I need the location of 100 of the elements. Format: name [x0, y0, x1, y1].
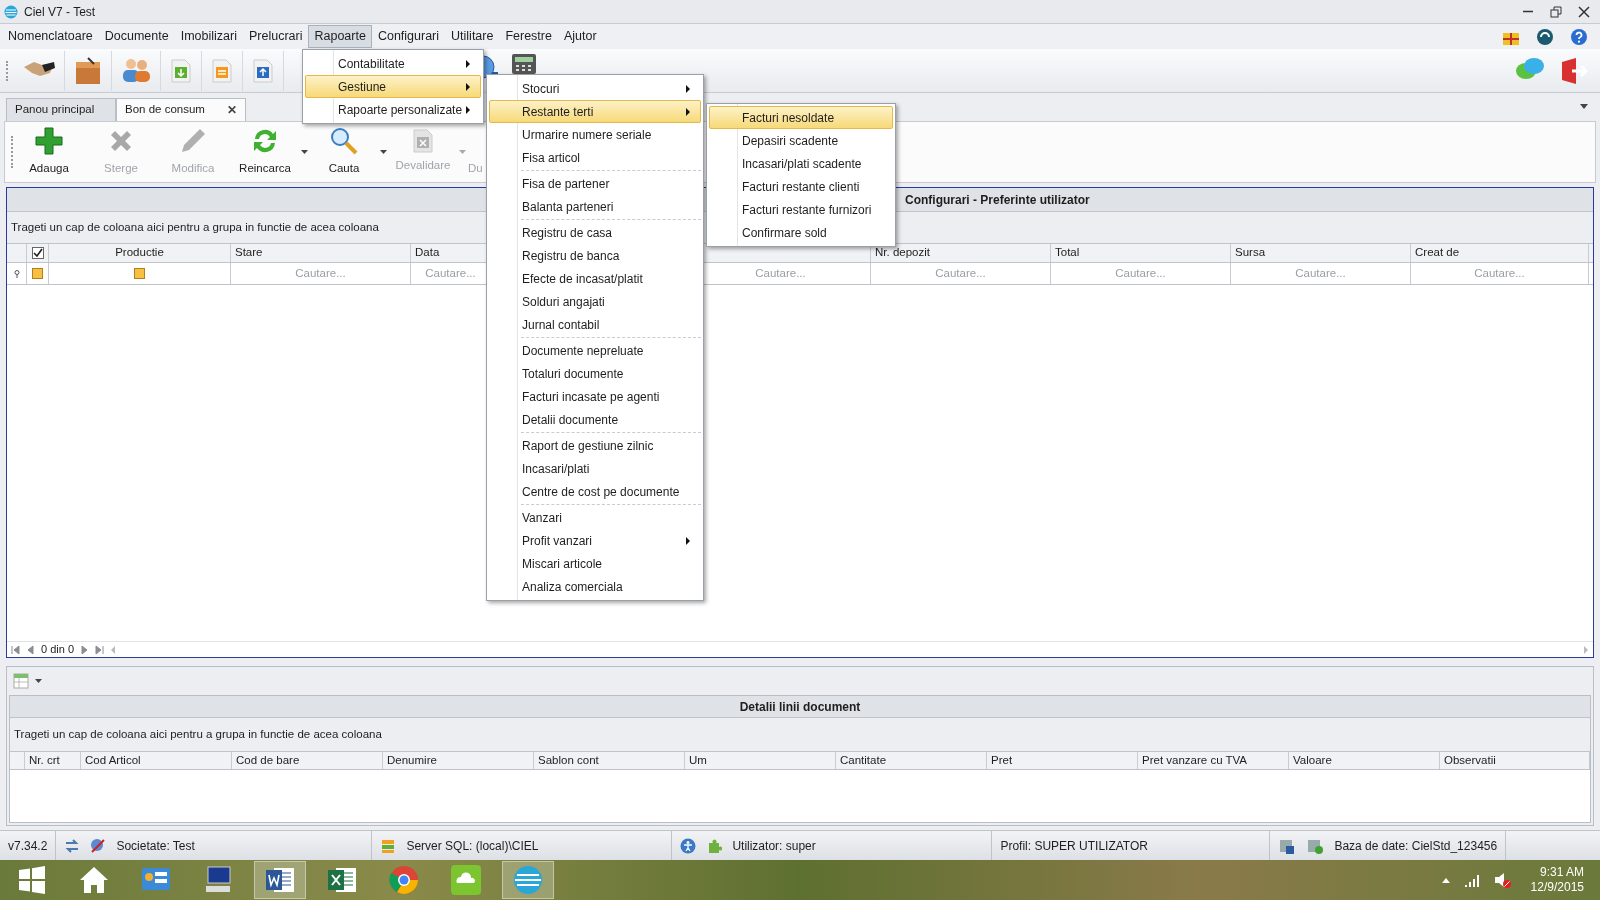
menu-item[interactable]: Efecte de incasat/platit	[489, 267, 701, 290]
column-header[interactable]: Nr. depozit	[875, 244, 930, 262]
toolbar-button: Du	[466, 126, 490, 178]
menu-item[interactable]: Documente	[98, 25, 175, 48]
menu-item[interactable]: Configurari	[371, 25, 446, 48]
menu-item[interactable]: Confirmare sold	[709, 221, 893, 244]
menu-item[interactable]: Vanzari	[489, 506, 701, 529]
menu-item[interactable]: Contabilitate	[305, 52, 481, 75]
column-header[interactable]: Cod Articol	[85, 751, 141, 770]
menu-item[interactable]: Depasiri scadente	[709, 129, 893, 152]
first-page-icon[interactable]	[11, 644, 20, 655]
checkbox[interactable]	[31, 247, 44, 259]
grid-menu-button[interactable]	[13, 672, 42, 690]
swap-arrows-icon	[64, 837, 81, 854]
toolbar-button: Sterge	[85, 126, 157, 178]
column-header[interactable]: Sablon cont	[538, 751, 599, 770]
restore-button[interactable]	[1550, 5, 1562, 18]
column-header[interactable]: Cod de bare	[236, 751, 300, 770]
menu-item[interactable]: Miscari articole	[489, 552, 701, 575]
menu-item[interactable]: Prelucrari	[242, 25, 309, 48]
menu-item[interactable]: Documente nepreluate	[489, 339, 701, 362]
column-header[interactable]: Total	[1055, 244, 1080, 262]
window-title: Ciel V7 - Test	[24, 3, 96, 21]
menu-item[interactable]: Analiza comerciala	[489, 575, 701, 598]
menu-item[interactable]: Registru de banca	[489, 244, 701, 267]
menu-item[interactable]: Fisa de partener	[489, 172, 701, 195]
box-icon	[73, 55, 103, 86]
document-up-arrow-icon	[251, 58, 275, 83]
menu-item[interactable]: Centre de cost pe documente	[489, 480, 701, 503]
menu-item[interactable]: Ajutor	[557, 25, 603, 48]
menu-item[interactable]: Ferestre	[499, 25, 558, 48]
checkmark-icon	[32, 248, 43, 258]
clock-time: 9:31 AM	[1539, 865, 1584, 880]
menu-item[interactable]: Jurnal contabil	[489, 313, 701, 336]
taskbar-button[interactable]	[254, 861, 306, 899]
column-header[interactable]: Sursa	[1235, 244, 1266, 262]
plus-icon	[34, 126, 64, 157]
last-page-icon[interactable]	[95, 644, 105, 655]
menu-item[interactable]: Incasari/plati	[489, 457, 701, 480]
browser-circle-icon	[388, 864, 420, 896]
tab[interactable]: Panou principal	[6, 98, 116, 121]
minimize-button[interactable]	[1522, 10, 1534, 13]
column-header[interactable]: Pret vanzare cu TVA	[1142, 751, 1248, 770]
striped-circle-icon	[512, 864, 544, 896]
menu-item[interactable]: Raport de gestiune zilnic	[489, 434, 701, 457]
toolbar-button[interactable]: Cauta	[308, 126, 380, 178]
column-header[interactable]: Um	[689, 751, 707, 770]
menu-item[interactable]: Urmarire numere seriale	[489, 123, 701, 146]
menu-item[interactable]: Facturi nesoldate	[709, 106, 893, 129]
speaker-muted-icon[interactable]	[1492, 871, 1511, 889]
column-header[interactable]: Pret	[991, 751, 1013, 770]
toolbar-button: Devalidare	[387, 129, 459, 175]
menu-item[interactable]: Stocuri	[489, 77, 701, 100]
menu-item[interactable]: Rapoarte	[308, 25, 372, 48]
column-header[interactable]: Cantitate	[840, 751, 887, 770]
column-header[interactable]: Productie	[115, 244, 164, 262]
app-logo-icon	[4, 4, 18, 19]
toolbar-button[interactable]: Reincarca	[229, 126, 301, 178]
dropdown-caret-icon[interactable]	[1580, 104, 1588, 109]
menu-item[interactable]: Nomenclatoare	[2, 25, 99, 48]
column-header[interactable]: Valoare	[1293, 751, 1332, 770]
menu-item[interactable]: Solduri angajati	[489, 290, 701, 313]
panel-title: Detalii linii document	[10, 696, 1590, 718]
column-header[interactable]: Data	[415, 244, 440, 262]
menu-item[interactable]: Facturi incasate pe agenti	[489, 385, 701, 408]
menu-item[interactable]: Registru de casa	[489, 221, 701, 244]
next-page-icon[interactable]	[80, 644, 90, 655]
group-hint: Trageti un cap de coloana aici pentru a grupa in functie de acea coloana	[10, 718, 1590, 751]
column-header[interactable]: Nr. crt	[29, 751, 60, 770]
clock-date: 12/9/2015	[1530, 880, 1584, 895]
close-tab-button[interactable]: ✕	[227, 101, 237, 119]
round-arrows-icon[interactable]	[1536, 27, 1554, 46]
tab[interactable]: Bon de consum ✕	[116, 98, 246, 121]
menu-item[interactable]: Utilitare	[445, 25, 500, 48]
menu-item[interactable]: Profit vanzari	[489, 529, 701, 552]
menu-item[interactable]: Fisa articol	[489, 146, 701, 169]
menu-item[interactable]: Totaluri documente	[489, 362, 701, 385]
help-button[interactable]	[1570, 27, 1588, 46]
previous-page-icon[interactable]	[26, 644, 35, 655]
menu-item[interactable]: Imobilizari	[174, 25, 243, 48]
calculator-icon[interactable]	[512, 53, 536, 74]
cloud-icon	[450, 864, 482, 896]
accessibility-icon	[680, 837, 697, 854]
toolbar-button[interactable]: Adauga	[13, 126, 85, 178]
menu-item[interactable]: Rapoarte personalizate	[305, 98, 481, 121]
menu-item[interactable]: Incasari/plati scadente	[709, 152, 893, 175]
column-header[interactable]: Denumire	[387, 751, 437, 770]
column-header[interactable]: Stare	[235, 244, 263, 262]
checkbox[interactable]	[134, 268, 145, 279]
close-button[interactable]	[1578, 5, 1590, 18]
database-label: Baza de date: CielStd_123456	[1334, 837, 1498, 855]
menu-item[interactable]: Facturi restante clienti	[709, 175, 893, 198]
user-label: Utilizator: super	[732, 837, 816, 855]
menu-item[interactable]: Detalii documente	[489, 408, 701, 431]
column-header[interactable]: Creat de	[1415, 244, 1460, 262]
menu-item[interactable]: Gestiune	[305, 75, 481, 98]
checkbox[interactable]	[32, 268, 43, 279]
dropdown-caret-icon	[35, 679, 42, 683]
menu-item[interactable]: Restante terti	[489, 100, 701, 123]
column-header[interactable]: Observatii	[1444, 751, 1496, 770]
